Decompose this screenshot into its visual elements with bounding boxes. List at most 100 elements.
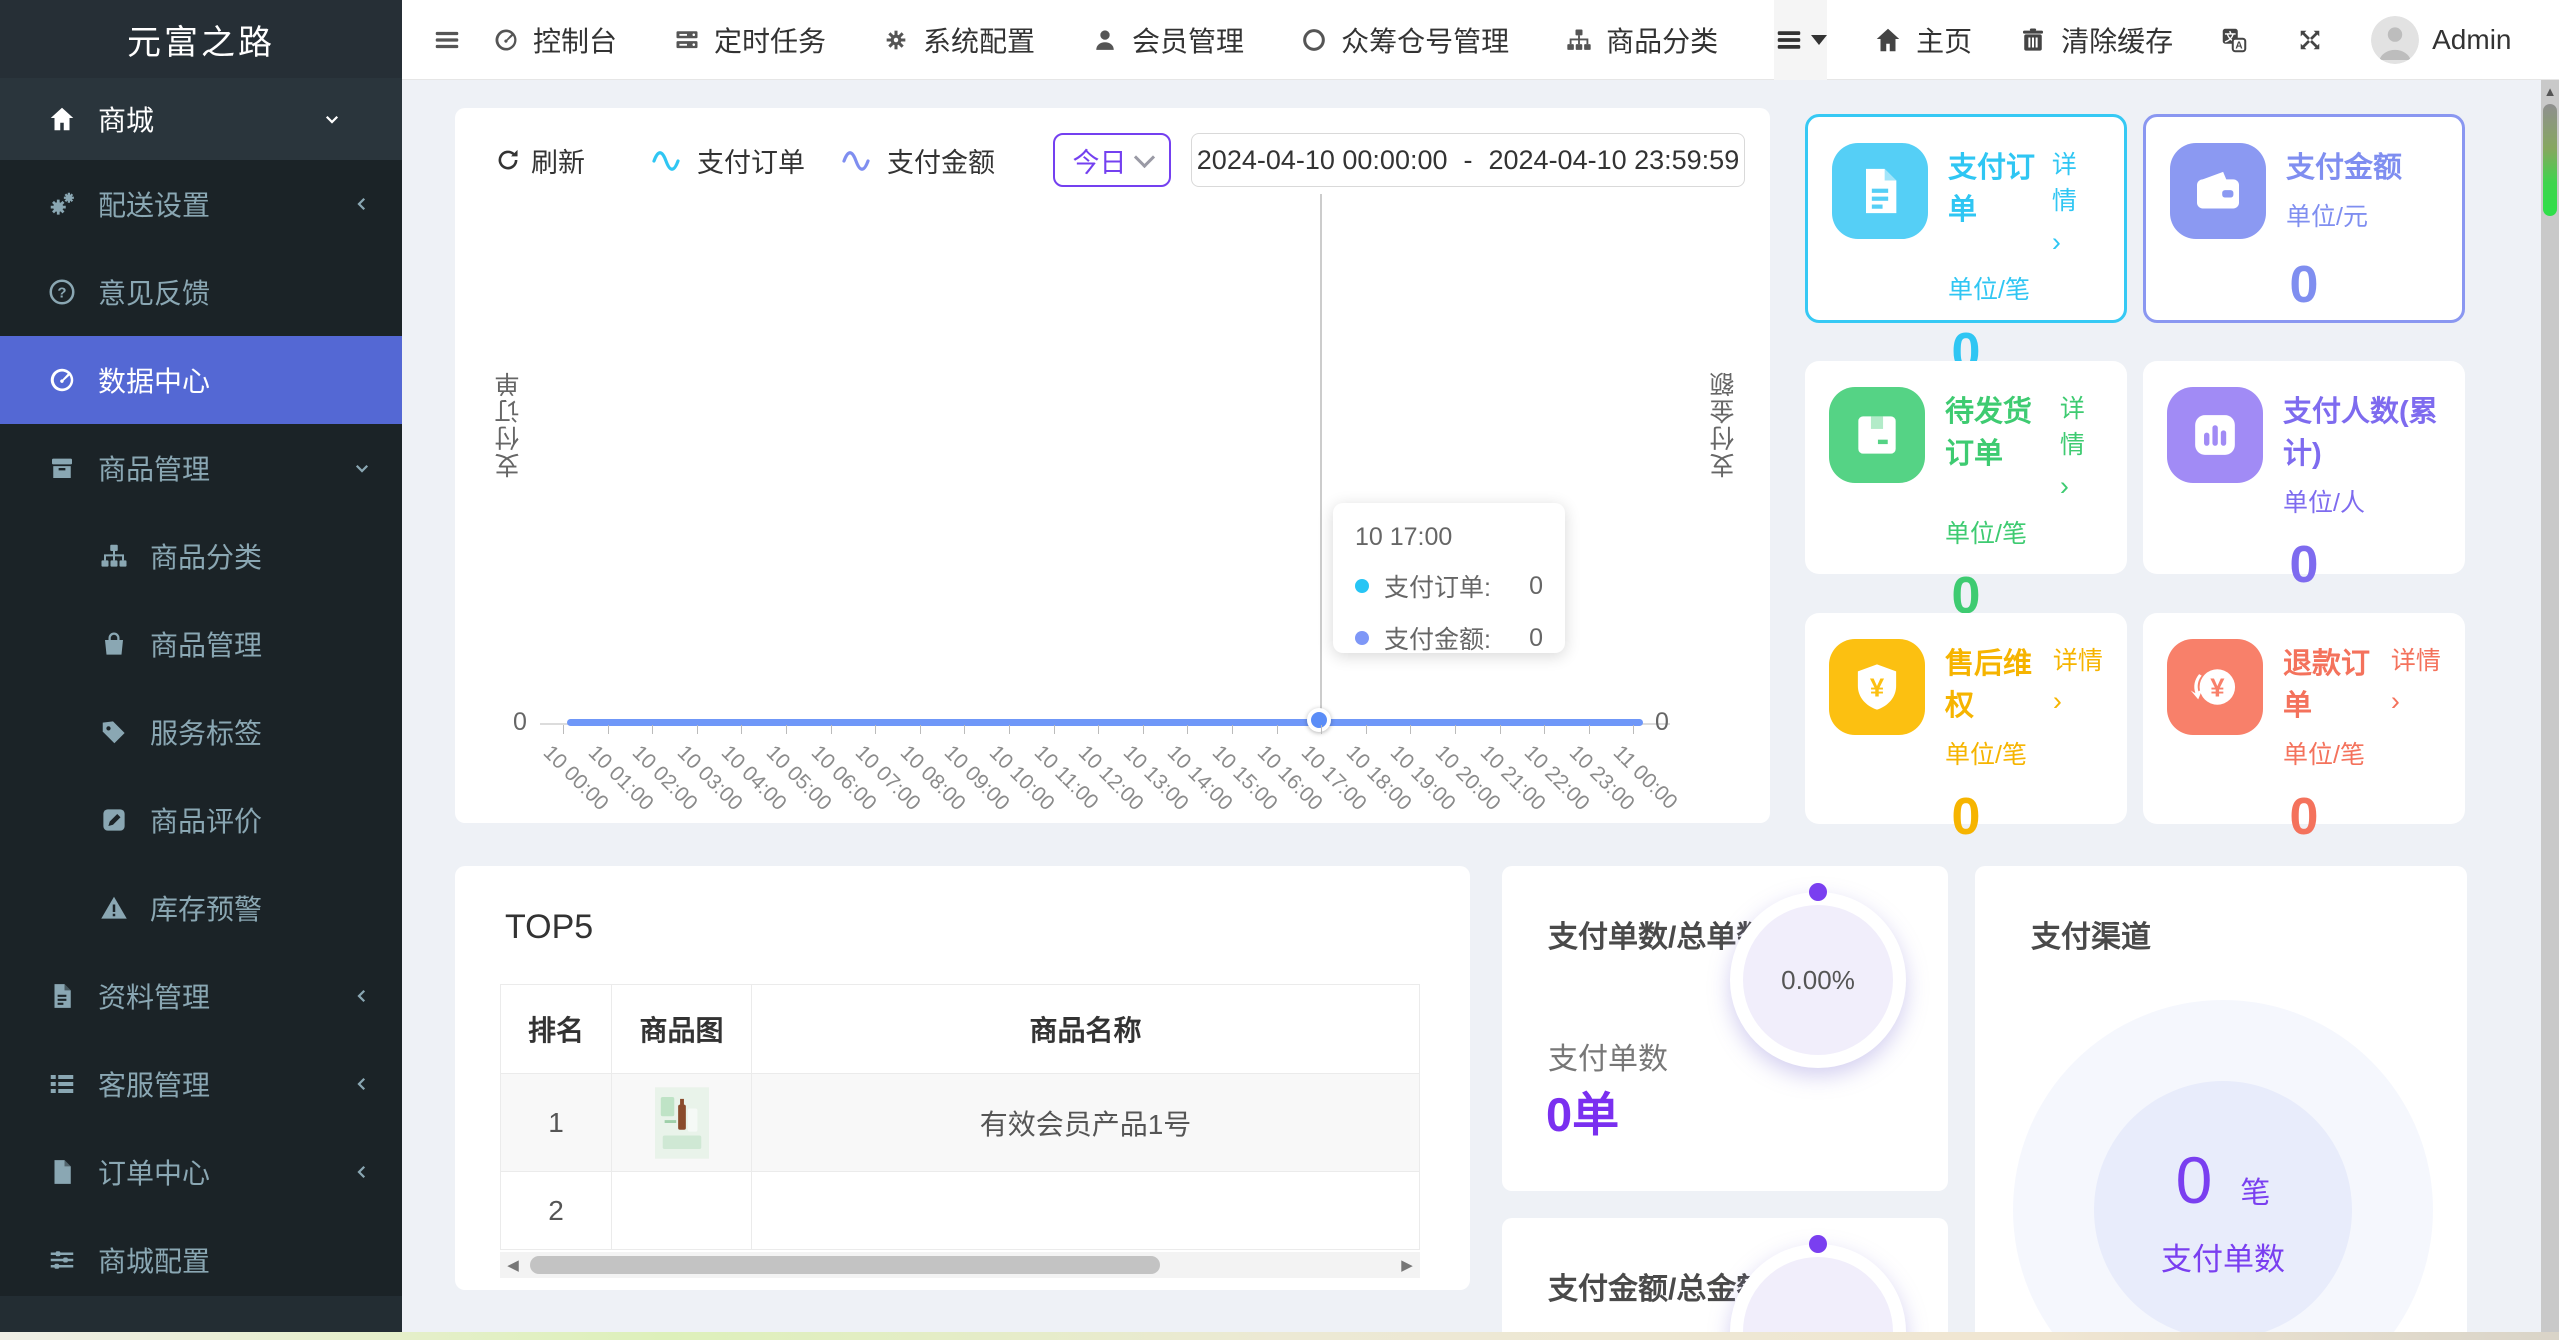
sidebar-item-feedback[interactable]: ? 意见反馈	[0, 248, 402, 336]
top5-title: TOP5	[505, 908, 594, 946]
sidebar-item-label: 商品分类	[150, 542, 263, 573]
sidebar-menu: 配送设置? 意见反馈 数据中心 商品管理 商品分类 商品管理 服务标签 商品评价 库存预警 资料管…	[0, 160, 402, 1304]
detail-link[interactable]: 详情 ›	[2391, 643, 2441, 721]
sitemap-icon	[98, 540, 130, 572]
nav-item-label: 众筹仓号管理	[1341, 25, 1510, 57]
stat-unit: 单位/笔	[1948, 275, 2030, 304]
cell-image	[612, 1172, 752, 1250]
vertical-scrollbar[interactable]: ▲	[2541, 80, 2559, 1340]
sidebar-item-goods-category[interactable]: 商品分类	[0, 512, 402, 600]
sidebar-item-mall[interactable]: 商城	[0, 78, 402, 160]
x-axis-tick	[830, 725, 832, 734]
date-range-value: 今日	[1072, 147, 1127, 178]
x-axis-tick	[741, 725, 743, 734]
clear-cache-button[interactable]: 清除缓存	[2018, 20, 2173, 60]
filetext-icon	[46, 980, 78, 1012]
detail-link[interactable]: 详情 ›	[2053, 643, 2103, 721]
sidebar-item-mall-config[interactable]: 商城配置	[0, 1216, 402, 1304]
dashboard-icon	[46, 364, 78, 396]
detail-label: 详情	[2052, 647, 2103, 675]
ratio-gauge: 0.00%	[1730, 883, 1906, 1068]
nav-item-scheduled-tasks[interactable]: 定时任务	[673, 20, 826, 60]
sidebar-item-service-tags[interactable]: 服务标签	[0, 688, 402, 776]
home-icon	[1876, 28, 1900, 51]
home-page-label: 主页	[1916, 25, 1973, 57]
sitemap-icon	[1567, 29, 1591, 50]
nav-item-member-management[interactable]: 会员管理	[1091, 20, 1244, 60]
user-menu[interactable]: Admin	[2371, 15, 2512, 64]
sidebar-item-order-center[interactable]: 订单中心	[0, 1128, 402, 1216]
legend-pay-amount[interactable]: 支付金额	[841, 141, 995, 180]
datetime-range-input[interactable]: 2024-04-10 00:00:00 - 2024-04-10 23:59:5…	[1191, 133, 1745, 187]
stat-unit: 单位/笔	[2283, 741, 2365, 770]
tooltip-title: 10 17:00	[1355, 523, 1453, 551]
wave-icon	[652, 151, 680, 171]
chevron-left-icon	[352, 194, 372, 214]
x-axis-tick	[563, 725, 564, 734]
sidebar-item-delivery-settings[interactable]: 配送设置	[0, 160, 402, 248]
chevron-left-icon	[352, 986, 372, 1006]
detail-link[interactable]: 详情 ›	[2052, 147, 2100, 262]
scrollbar-thumb[interactable]	[2543, 104, 2557, 216]
detail-label: 详情	[2390, 647, 2441, 675]
refresh-label: 刷新	[531, 147, 585, 178]
sliders-icon	[46, 1244, 78, 1276]
chevron-down-icon	[352, 458, 372, 478]
warning-icon	[98, 892, 130, 924]
home-page-button[interactable]: 主页	[1873, 20, 1972, 60]
sidebar-item-material-management[interactable]: 资料管理	[0, 952, 402, 1040]
sidebar: 元富之路 商城 配送设置? 意见反馈 数据中心 商品管理 商品分类 商品管理 服务标签 商品评…	[0, 0, 402, 1332]
fullscreen-button[interactable]	[2295, 25, 2325, 55]
sidebar-item-label: 数据中心	[98, 366, 211, 397]
x-axis-tick	[1633, 725, 1635, 734]
sidebar-item-data-center[interactable]: 数据中心	[0, 336, 402, 424]
card-title: 支付渠道	[2031, 921, 2151, 954]
legend-pay-orders[interactable]: 支付订单	[651, 141, 805, 180]
user-icon	[1096, 29, 1114, 50]
sidebar-item-customer-service[interactable]: 客服管理	[0, 1040, 402, 1128]
legend-label: 支付订单	[697, 147, 805, 178]
x-axis-tick	[919, 725, 921, 734]
clear-cache-label: 清除缓存	[2061, 25, 2174, 57]
stat-value: 0	[2289, 256, 2319, 314]
scroll-up-arrow-icon[interactable]: ▲	[2541, 84, 2559, 99]
bag-icon	[105, 632, 123, 655]
sidebar-item-goods-management-sub[interactable]: 商品管理	[0, 600, 402, 688]
date-range-select[interactable]: 今日	[1053, 133, 1171, 187]
menu-dropdown-button[interactable]	[1774, 0, 1828, 80]
home-icon	[46, 103, 78, 135]
nav-item-console[interactable]: 控制台	[492, 20, 617, 60]
box-icon	[52, 458, 72, 478]
sidebar-item-label: 商品管理	[98, 454, 211, 485]
chart-toolbar: 刷新 支付订单 支付金额 今日 2024-04-10 00:00:00 - 20…	[495, 132, 1745, 188]
chevron-left-icon	[352, 1074, 372, 1094]
sidebar-item-label: 库存预警	[150, 894, 263, 925]
chevron-down-icon	[1133, 146, 1155, 168]
nav-item-crowdfunding-warehouse[interactable]: 众筹仓号管理	[1300, 20, 1509, 60]
scroll-right-arrow-icon[interactable]: ▶	[1394, 1256, 1420, 1274]
stat-value: 0	[2289, 788, 2319, 847]
nav-item-label: 定时任务	[714, 25, 827, 57]
stat-title: 支付订单	[1948, 152, 2036, 227]
sidebar-item-stock-warning[interactable]: 库存预警	[0, 864, 402, 952]
horizontal-scrollbar[interactable]	[0, 1332, 2559, 1340]
language-button[interactable]: 文A	[2219, 25, 2249, 55]
metric-value: 0单	[1546, 1088, 1620, 1141]
sliders-icon	[50, 1251, 74, 1269]
sidebar-item-goods-reviews[interactable]: 商品评价	[0, 776, 402, 864]
table-horizontal-scrollbar[interactable]: ◀ ▶	[500, 1252, 1420, 1278]
detail-link[interactable]: 详情 ›	[2060, 391, 2103, 506]
legend-label: 支付金额	[887, 147, 995, 178]
nav-item-system-config[interactable]: 系统配置	[882, 20, 1035, 60]
dashboard-icon	[50, 368, 74, 392]
sidebar-toggle-button[interactable]	[402, 25, 492, 55]
scroll-left-arrow-icon[interactable]: ◀	[500, 1256, 526, 1274]
stat-title: 售后维权	[1945, 648, 2033, 723]
scrollbar-thumb[interactable]	[530, 1256, 1160, 1274]
sidebar-item-goods-management[interactable]: 商品管理	[0, 424, 402, 512]
refresh-button[interactable]: 刷新	[495, 141, 585, 180]
tooltip-value: 0	[1529, 571, 1543, 600]
nav-item-goods-category[interactable]: 商品分类	[1565, 20, 1718, 60]
hamburger-icon	[1777, 30, 1801, 49]
package-icon	[1829, 387, 1925, 483]
